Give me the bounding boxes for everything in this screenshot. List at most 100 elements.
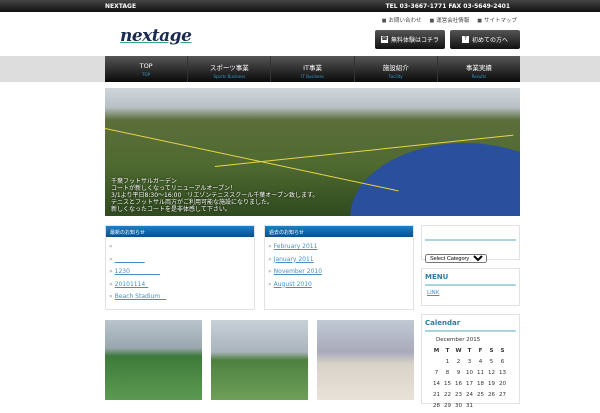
nav-sub: Facility [388, 74, 403, 79]
calendar-day: 30 [455, 403, 462, 409]
calendar-day: 26 [488, 392, 495, 398]
calendar-day: 31 [466, 403, 473, 409]
calendar-day: 16 [455, 381, 462, 387]
calendar-day: 27 [499, 392, 506, 398]
question-icon: ? [461, 36, 469, 43]
archive-item[interactable]: February 2011 [268, 241, 410, 254]
category-select[interactable]: Select Category [425, 254, 487, 263]
nav-sub: IT Business [301, 74, 324, 79]
top-bar: NEXTAGE TEL 03-3667-1771 FAX 03-5649-240… [0, 0, 600, 12]
calendar-day: 25 [477, 392, 484, 398]
link-sitemap[interactable]: サイトマップ [477, 16, 517, 24]
calendar-day: 5 [489, 359, 494, 365]
calendar-table: M T W T F S S 1 2 3 4 5 6 7 8 9 10 11 12 13 14 15 16 17 18 19 20 21… [430, 345, 509, 413]
banner-text: 千葉フットサルガーデン コートが新しくなってリニューアルオープン！ 3/1より平… [111, 178, 318, 213]
calendar-day: 7 [434, 370, 439, 376]
banner-line: 3/1より平日8:30～16:00 リエゾンテニススクール千葉オープン致します。 [111, 192, 319, 199]
weekday-header: W [455, 348, 462, 354]
calendar-day: 18 [477, 381, 484, 387]
calendar-day: 28 [433, 403, 440, 409]
brand-name: NEXTAGE [105, 3, 137, 10]
nav-label: 施設紹介 [382, 64, 409, 72]
category-widget: Select Category [421, 225, 520, 263]
calendar-day: 13 [499, 370, 506, 376]
calendar-day: 10 [466, 370, 473, 376]
calendar-day: 24 [466, 392, 473, 398]
photo-field[interactable] [211, 320, 308, 400]
nav-sub: Results [471, 74, 487, 79]
nav-sub: TOP [142, 72, 151, 77]
archive-item[interactable]: January 2011 [268, 254, 410, 267]
calendar: December 2015 M T W T F S S 1 2 3 4 5 6 7 8 9 10 11 12 13 14… [430, 336, 511, 413]
calendar-widget: Calendar December 2015 MTWTFSS1234567891… [421, 314, 520, 409]
divider [425, 239, 516, 241]
banner-line: 新しくなったコートを是非体感して下さい。 [111, 206, 231, 213]
nav-label: スポーツ事業 [209, 64, 249, 72]
calendar-day: 4 [478, 359, 483, 365]
nav-label: TOP [139, 62, 153, 70]
contact-info: TEL 03-3667-1771 FAX 03-5649-2401 [385, 3, 510, 10]
calendar-day: 11 [477, 370, 484, 376]
nav-facility[interactable]: 施設紹介 Facility [355, 56, 438, 82]
weekday-header: T [445, 348, 450, 354]
calendar-month: December 2015 [436, 337, 481, 343]
calendar-day [487, 402, 496, 411]
news-item[interactable] [109, 241, 251, 254]
nav-label: 事業実績 [465, 64, 492, 72]
court-graphic [350, 143, 520, 216]
calendar-day: 6 [500, 359, 505, 365]
banner-line: コートが新しくなってリニューアルオープン！ [111, 185, 237, 192]
widget-title: 過去のお知らせ [265, 226, 413, 237]
calendar-day: 29 [444, 403, 451, 409]
hero-banner: 千葉フットサルガーデン コートが新しくなってリニューアルオープン！ 3/1より平… [105, 88, 520, 216]
archive-widget: 過去のお知らせ February 2011 January 2011 Novem… [264, 225, 414, 310]
header-links: お問い合わせ 運営会社情報 サイトマップ [382, 16, 517, 24]
nav-top[interactable]: TOP TOP [105, 56, 189, 82]
archive-item[interactable]: August 2010 [268, 279, 410, 292]
nav-results[interactable]: 事業実績 Results [438, 56, 520, 82]
news-item[interactable]: 1230__________ [109, 266, 251, 279]
link-contact[interactable]: お問い合わせ [382, 16, 421, 24]
calendar-day: 15 [444, 381, 451, 387]
calendar-day: 9 [456, 370, 461, 376]
calendar-day: 21 [433, 392, 440, 398]
widget-title: 最新のお知らせ [106, 226, 254, 237]
news-item[interactable]: 20101114_ [109, 279, 251, 292]
calendar-day [476, 402, 485, 411]
menu-widget: MENU LINK [421, 268, 520, 306]
photo-beach[interactable] [317, 320, 414, 400]
calendar-day: 23 [455, 392, 462, 398]
nav-label: IT事業 [303, 64, 322, 72]
first-time-button[interactable]: ? 初めての方へ [450, 30, 520, 49]
news-item[interactable]: __________ [109, 254, 251, 267]
free-trial-label: 無料体験はコチラ [390, 37, 439, 44]
nav-sub: Sports Business [213, 74, 246, 79]
calendar-day: 20 [499, 381, 506, 387]
latest-news-widget: 最新のお知らせ __________ 1230__________ 201011… [105, 225, 255, 310]
weekday-header: S [500, 348, 505, 354]
banner-line: 千葉フットサルガーデン [111, 178, 177, 185]
nav-it[interactable]: IT事業 IT Business [271, 56, 355, 82]
weekday-header: S [489, 348, 494, 354]
weekday-header: T [467, 348, 472, 354]
calendar-day: 2 [456, 359, 461, 365]
logo[interactable]: nextage [120, 26, 192, 46]
archive-item[interactable]: November 2010 [268, 266, 410, 279]
menu-title: MENU [425, 273, 516, 286]
nav-sports[interactable]: スポーツ事業 Sports Business [188, 56, 272, 82]
calendar-day: 19 [488, 381, 495, 387]
nav-bar: TOP TOP スポーツ事業 Sports Business IT事業 IT Busi… [0, 56, 600, 82]
calendar-day: 22 [444, 392, 451, 398]
first-time-label: 初めての方へ [471, 37, 508, 44]
news-item[interactable]: Beach Stadium__ [109, 291, 251, 304]
photo-futsal-court[interactable] [105, 320, 202, 400]
free-trial-button[interactable]: ☎ 無料体験はコチラ [375, 30, 445, 49]
link-company[interactable]: 運営会社情報 [430, 16, 469, 24]
calendar-day: 1 [445, 359, 450, 365]
weekday-header: F [478, 348, 483, 354]
calendar-title: Calendar [425, 319, 516, 332]
banner-line: テニスとフットサル両方がご利用可能な施設になりました。 [111, 199, 274, 206]
menu-link[interactable]: LINK [427, 290, 519, 296]
calendar-day [432, 358, 441, 367]
weekday-header: M [433, 348, 440, 354]
